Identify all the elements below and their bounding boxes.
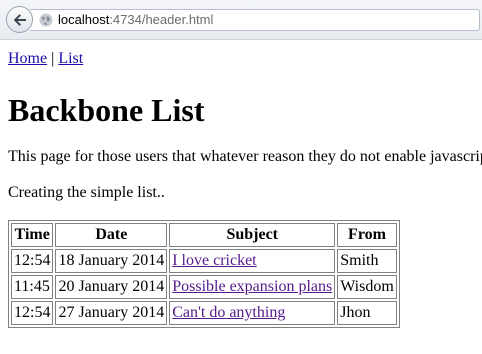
cell-from: Wisdom bbox=[337, 275, 397, 299]
table-row: 12:54 18 January 2014 I love cricket Smi… bbox=[11, 249, 397, 273]
list-caption: Creating the simple list.. bbox=[8, 184, 165, 201]
cell-date: 20 January 2014 bbox=[55, 275, 168, 299]
url-path: :4734/header.html bbox=[109, 12, 214, 27]
cell-time: 11:45 bbox=[11, 275, 54, 299]
table-row: 12:54 27 January 2014 Can't do anything … bbox=[11, 301, 397, 325]
header-subject: Subject bbox=[169, 223, 336, 247]
intro-text: This page for those users that whatever … bbox=[8, 148, 482, 165]
home-link[interactable]: Home bbox=[8, 50, 47, 67]
cell-from: Jhon bbox=[337, 301, 397, 325]
header-from: From bbox=[337, 223, 397, 247]
messages-table: Time Date Subject From 12:54 18 January … bbox=[8, 220, 400, 328]
header-date: Date bbox=[55, 223, 168, 247]
nav-separator: | bbox=[51, 50, 55, 67]
subject-link[interactable]: Can't do anything bbox=[172, 304, 285, 321]
cell-subject: Possible expansion plans bbox=[169, 275, 336, 299]
table-header-row: Time Date Subject From bbox=[11, 223, 397, 247]
header-time: Time bbox=[11, 223, 54, 247]
cell-time: 12:54 bbox=[11, 301, 54, 325]
subject-link[interactable]: I love cricket bbox=[172, 252, 256, 269]
list-link[interactable]: List bbox=[58, 50, 83, 67]
browser-toolbar: localhost:4734/header.html bbox=[0, 0, 482, 40]
cell-time: 12:54 bbox=[11, 249, 54, 273]
page-content: Home | List Backbone List This page for … bbox=[8, 40, 482, 328]
subject-link[interactable]: Possible expansion plans bbox=[172, 278, 332, 295]
nav-links: Home | List bbox=[8, 49, 482, 69]
table-row: 11:45 20 January 2014 Possible expansion… bbox=[11, 275, 397, 299]
address-bar[interactable]: localhost:4734/header.html bbox=[30, 9, 480, 31]
globe-icon bbox=[39, 13, 53, 27]
cell-subject: Can't do anything bbox=[169, 301, 336, 325]
cell-from: Smith bbox=[337, 249, 397, 273]
page-title: Backbone List bbox=[8, 92, 205, 128]
back-arrow-icon bbox=[13, 13, 26, 26]
cell-date: 27 January 2014 bbox=[55, 301, 168, 325]
back-button[interactable] bbox=[6, 6, 33, 33]
cell-date: 18 January 2014 bbox=[55, 249, 168, 273]
cell-subject: I love cricket bbox=[169, 249, 336, 273]
url-host: localhost bbox=[58, 12, 110, 27]
